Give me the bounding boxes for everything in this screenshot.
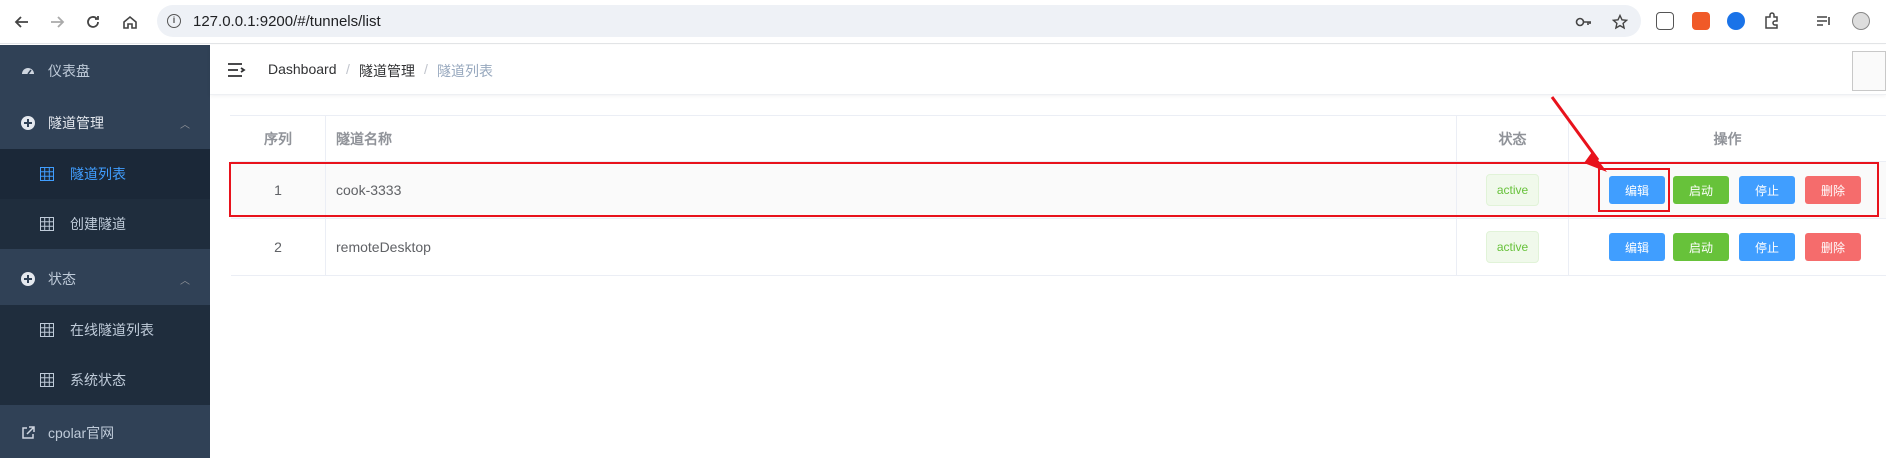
dashboard-icon xyxy=(20,63,36,79)
tunnel-table: 序列 隧道名称 状态 操作 1 cook-3333 active 编辑 启动 停… xyxy=(230,115,1886,276)
grid-icon xyxy=(40,167,54,181)
forward-icon[interactable] xyxy=(45,10,69,34)
top-navbar: Dashboard / 隧道管理 / 隧道列表 xyxy=(210,45,1886,95)
external-link-icon xyxy=(20,425,36,441)
start-button[interactable]: 启动 xyxy=(1673,233,1729,261)
row-actions: 编辑 启动 停止 删除 xyxy=(1569,219,1886,275)
menu-status-label: 状态 xyxy=(48,271,76,287)
menu-cpolar-site-label: cpolar官网 xyxy=(48,425,115,441)
breadcrumb-current: 隧道列表 xyxy=(437,63,493,79)
breadcrumb-tunnel-mgmt[interactable]: 隧道管理 xyxy=(359,61,415,81)
delete-button[interactable]: 删除 xyxy=(1805,233,1861,261)
grid-icon xyxy=(40,323,54,337)
browser-toolbar: i 127.0.0.1:9200/#/tunnels/list xyxy=(0,0,1886,44)
header-actions: 操作 xyxy=(1569,116,1886,161)
extension-red-icon[interactable] xyxy=(1692,12,1710,30)
header-index: 序列 xyxy=(231,116,326,161)
hamburger-icon[interactable] xyxy=(226,61,246,79)
row-name: remoteDesktop xyxy=(326,219,1457,275)
user-avatar[interactable] xyxy=(1852,51,1886,91)
submenu-system-status[interactable]: 系统状态 xyxy=(0,355,210,405)
table-header-row: 序列 隧道名称 状态 操作 xyxy=(231,116,1886,162)
chevron-up-icon: ︿ xyxy=(180,119,190,131)
main-content: Dashboard / 隧道管理 / 隧道列表 序列 隧道名称 状态 操作 1 … xyxy=(210,45,1886,458)
status-icon xyxy=(20,271,36,287)
password-key-icon[interactable] xyxy=(1575,14,1591,30)
submenu-tunnel-list-label: 隧道列表 xyxy=(70,166,126,182)
bookmark-star-icon[interactable] xyxy=(1611,13,1629,30)
annotation-button-highlight xyxy=(1598,168,1670,212)
submenu-online-tunnels-label: 在线隧道列表 xyxy=(70,322,154,338)
back-icon[interactable] xyxy=(10,10,34,34)
header-name: 隧道名称 xyxy=(326,116,1457,161)
submenu-create-tunnel-label: 创建隧道 xyxy=(70,216,126,232)
media-control-icon[interactable] xyxy=(1815,12,1833,30)
extensions-puzzle-icon[interactable] xyxy=(1763,12,1781,30)
row-index: 2 xyxy=(231,219,326,275)
menu-dashboard[interactable]: 仪表盘 xyxy=(0,45,210,97)
home-icon[interactable] xyxy=(118,10,142,34)
submenu-create-tunnel[interactable]: 创建隧道 xyxy=(0,199,210,249)
menu-status[interactable]: 状态 ︿ xyxy=(0,253,210,305)
breadcrumb-separator: / xyxy=(424,61,428,77)
header-status: 状态 xyxy=(1457,116,1569,161)
chevron-up-icon: ︿ xyxy=(180,275,190,287)
grid-icon xyxy=(40,217,54,231)
submenu-online-tunnels[interactable]: 在线隧道列表 xyxy=(0,305,210,355)
submenu-system-status-label: 系统状态 xyxy=(70,372,126,388)
breadcrumb-separator: / xyxy=(346,61,350,77)
extension-blue-icon[interactable] xyxy=(1727,12,1745,30)
address-bar[interactable]: i 127.0.0.1:9200/#/tunnels/list xyxy=(157,5,1641,37)
menu-tunnel-mgmt-label: 隧道管理 xyxy=(48,115,104,131)
row-status: active xyxy=(1457,219,1569,275)
menu-tunnel-mgmt[interactable]: 隧道管理 ︿ xyxy=(0,97,210,149)
breadcrumb-dashboard[interactable]: Dashboard xyxy=(268,61,337,77)
menu-dashboard-label: 仪表盘 xyxy=(48,63,90,79)
status-badge: active xyxy=(1485,231,1540,263)
tunnel-mgmt-icon xyxy=(20,115,36,131)
reload-icon[interactable] xyxy=(81,10,105,34)
grid-icon xyxy=(40,373,54,387)
reading-list-icon[interactable] xyxy=(1656,12,1674,30)
site-info-icon[interactable]: i xyxy=(167,14,181,28)
stop-button[interactable]: 停止 xyxy=(1739,233,1795,261)
menu-cpolar-site[interactable]: cpolar官网 xyxy=(0,407,210,459)
sidebar: 仪表盘 隧道管理 ︿ 隧道列表 创建隧道 状态 ︿ 在线隧道列表 系统状态 cp… xyxy=(0,45,210,458)
table-row: 2 remoteDesktop active 编辑 启动 停止 删除 xyxy=(231,219,1886,276)
submenu-tunnel-list[interactable]: 隧道列表 xyxy=(0,149,210,199)
edit-button[interactable]: 编辑 xyxy=(1609,233,1665,261)
url-text: 127.0.0.1:9200/#/tunnels/list xyxy=(193,13,381,30)
profile-avatar-icon[interactable] xyxy=(1852,12,1870,30)
